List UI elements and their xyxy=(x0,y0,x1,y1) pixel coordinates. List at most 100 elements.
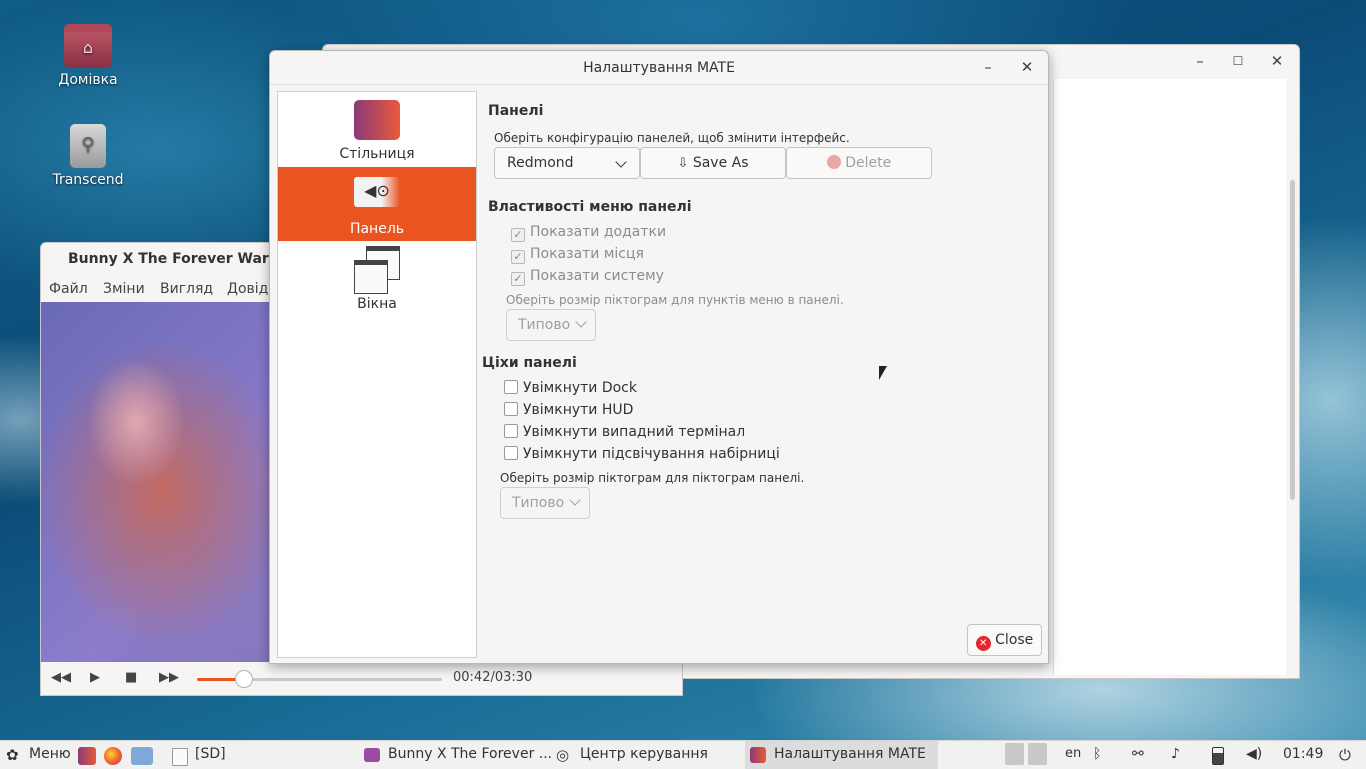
panel-icon-size-hint: Оберіть розмір піктограм для піктограм п… xyxy=(500,471,805,485)
task-sd[interactable]: [SD] xyxy=(195,746,226,762)
play-icon[interactable]: ▶ xyxy=(90,670,100,685)
select-value: Типово xyxy=(518,317,571,333)
chevron-down-icon xyxy=(575,316,587,328)
chevron-down-icon xyxy=(615,156,627,168)
settings-icon: ◎ xyxy=(556,746,570,764)
control-center-launcher-icon[interactable] xyxy=(78,747,96,765)
taskbar: ✿ Меню [SD] Bunny X The Forever ... ◎ Це… xyxy=(0,740,1366,769)
menu-props-title: Властивості меню панелі xyxy=(488,199,692,215)
close-label: Close xyxy=(995,632,1034,648)
sidebar-item-desktop[interactable]: Стільниця xyxy=(278,92,476,166)
maximize-icon[interactable]: ☐ xyxy=(1227,51,1249,73)
time-display: 00:42/03:30 xyxy=(453,670,533,685)
usb-drive-icon: ⚲ xyxy=(70,124,106,168)
menu-icon-size-select[interactable]: Типово xyxy=(506,309,596,341)
close-icon[interactable]: ✕ xyxy=(1016,57,1038,79)
desktop-icon-home[interactable]: ⌂ Домівка xyxy=(43,24,133,88)
checkbox-box xyxy=(504,424,518,438)
volume-icon[interactable]: ◀) xyxy=(1246,746,1262,762)
sidebar-item-windows[interactable]: Вікна xyxy=(278,242,476,316)
firefox-icon[interactable] xyxy=(104,747,122,765)
sidebar-item-label: Стільниця xyxy=(339,146,415,162)
menu-file[interactable]: Файл xyxy=(49,281,88,297)
clock[interactable]: 01:49 xyxy=(1283,746,1323,762)
menu-logo-icon[interactable]: ✿ xyxy=(6,746,19,764)
checkbox-box xyxy=(504,380,518,394)
task-mate-settings[interactable]: Налаштування MATE xyxy=(774,746,926,762)
titlebar: Налаштування MATE – ✕ xyxy=(270,51,1048,85)
delete-button[interactable]: Delete xyxy=(786,147,932,179)
show-places-checkbox[interactable]: ✓ Показати місця xyxy=(511,246,644,264)
enable-dock-checkbox[interactable]: Увімкнути Dock xyxy=(504,380,637,396)
close-icon[interactable]: ✕ xyxy=(1266,51,1288,73)
chevron-down-icon xyxy=(569,494,581,506)
checkbox-label: Увімкнути Dock xyxy=(523,380,637,396)
enable-dropdown-terminal-checkbox[interactable]: Увімкнути випадний термінал xyxy=(504,424,745,440)
minimize-icon[interactable]: – xyxy=(977,57,999,79)
features-title: Ціхи панелі xyxy=(482,355,577,371)
rewind-icon[interactable]: ◀◀ xyxy=(51,670,71,685)
desktop-icon-label: Домівка xyxy=(58,72,118,88)
menu-edit[interactable]: Зміни xyxy=(103,281,145,297)
window-title: Bunny X The Forever War Offi xyxy=(68,251,302,267)
checkmark-icon: ✓ xyxy=(511,272,525,286)
sd-card-tray-icon[interactable] xyxy=(1005,743,1024,765)
bluetooth-icon[interactable]: ᛒ xyxy=(1093,746,1101,762)
menu-button[interactable]: Меню xyxy=(29,746,71,762)
minimize-icon[interactable]: – xyxy=(1189,51,1211,73)
close-button[interactable]: ✕ Close xyxy=(967,624,1042,656)
sidebar-item-panel[interactable]: ◀⊙ Панель xyxy=(278,167,476,241)
content-area xyxy=(1053,79,1286,675)
checkbox-label: Показати додатки xyxy=(530,224,667,240)
seek-bar[interactable] xyxy=(197,670,442,688)
desktop-icon-label: Transcend xyxy=(52,172,124,188)
stop-icon[interactable]: ■ xyxy=(125,670,137,685)
mouse-cursor-icon xyxy=(879,366,887,380)
checkbox-label: Увімкнути HUD xyxy=(523,402,634,418)
seek-handle[interactable] xyxy=(235,670,253,688)
menu-icon-size-hint: Оберіть розмір піктограм для пунктів мен… xyxy=(506,293,844,307)
task-control-center[interactable]: Центр керування xyxy=(580,746,708,762)
save-as-button[interactable]: ⇩ Save As xyxy=(640,147,786,179)
checkbox-label: Показати місця xyxy=(530,246,644,262)
power-icon[interactable]: ⏻ xyxy=(1339,746,1351,764)
home-folder-icon: ⌂ xyxy=(64,24,112,68)
forward-icon[interactable]: ▶▶ xyxy=(159,670,179,685)
scrollbar[interactable] xyxy=(1290,180,1295,500)
player-controls: ◀◀ ▶ ■ ▶▶ 00:42/03:30 xyxy=(41,663,682,695)
show-system-checkbox[interactable]: ✓ Показати систему xyxy=(511,268,664,286)
mail-icon[interactable] xyxy=(131,747,153,765)
windows-icon xyxy=(354,246,400,294)
panel-icon-size-select[interactable]: Типово xyxy=(500,487,590,519)
desktop-icon-transcend[interactable]: ⚲ Transcend xyxy=(43,124,133,188)
checkbox-box xyxy=(504,446,518,460)
enable-keyboard-led-checkbox[interactable]: Увімкнути підсвічування набірниці xyxy=(504,446,780,462)
notification-bell-icon[interactable]: ♪ xyxy=(1171,746,1180,762)
menu-help[interactable]: Довід xyxy=(227,281,268,297)
drive-icon[interactable] xyxy=(172,748,188,766)
media-player-icon xyxy=(364,748,380,762)
dialog-title: Налаштування MATE xyxy=(583,60,735,76)
panels-hint: Оберіть конфігурацію панелей, щоб змінит… xyxy=(494,131,850,145)
checkbox-label: Увімкнути випадний термінал xyxy=(523,424,746,440)
layout-select[interactable]: Redmond xyxy=(494,147,640,179)
mate-settings-icon xyxy=(750,747,766,763)
mate-settings-dialog: Налаштування MATE – ✕ Стільниця ◀⊙ Панел… xyxy=(269,50,1049,664)
show-apps-checkbox[interactable]: ✓ Показати додатки xyxy=(511,224,666,242)
task-media-player[interactable]: Bunny X The Forever ... xyxy=(388,746,552,762)
enable-hud-checkbox[interactable]: Увімкнути HUD xyxy=(504,402,633,418)
save-as-label: Save As xyxy=(692,155,749,171)
close-circle-icon: ✕ xyxy=(975,636,991,651)
panel-icon: ◀⊙ xyxy=(354,177,400,207)
checkbox-box xyxy=(504,402,518,416)
sidebar-item-label: Панель xyxy=(349,221,405,237)
sidebar-item-label: Вікна xyxy=(357,296,397,312)
usb-tray-icon[interactable] xyxy=(1028,743,1047,765)
save-icon: ⇩ xyxy=(677,156,689,171)
battery-icon[interactable] xyxy=(1212,747,1224,765)
menu-view[interactable]: Вигляд xyxy=(160,281,213,297)
network-icon[interactable]: ⚯ xyxy=(1132,746,1144,762)
layout-select-value: Redmond xyxy=(507,155,574,171)
checkmark-icon: ✓ xyxy=(511,250,525,264)
keyboard-layout-indicator[interactable]: en xyxy=(1065,746,1081,761)
